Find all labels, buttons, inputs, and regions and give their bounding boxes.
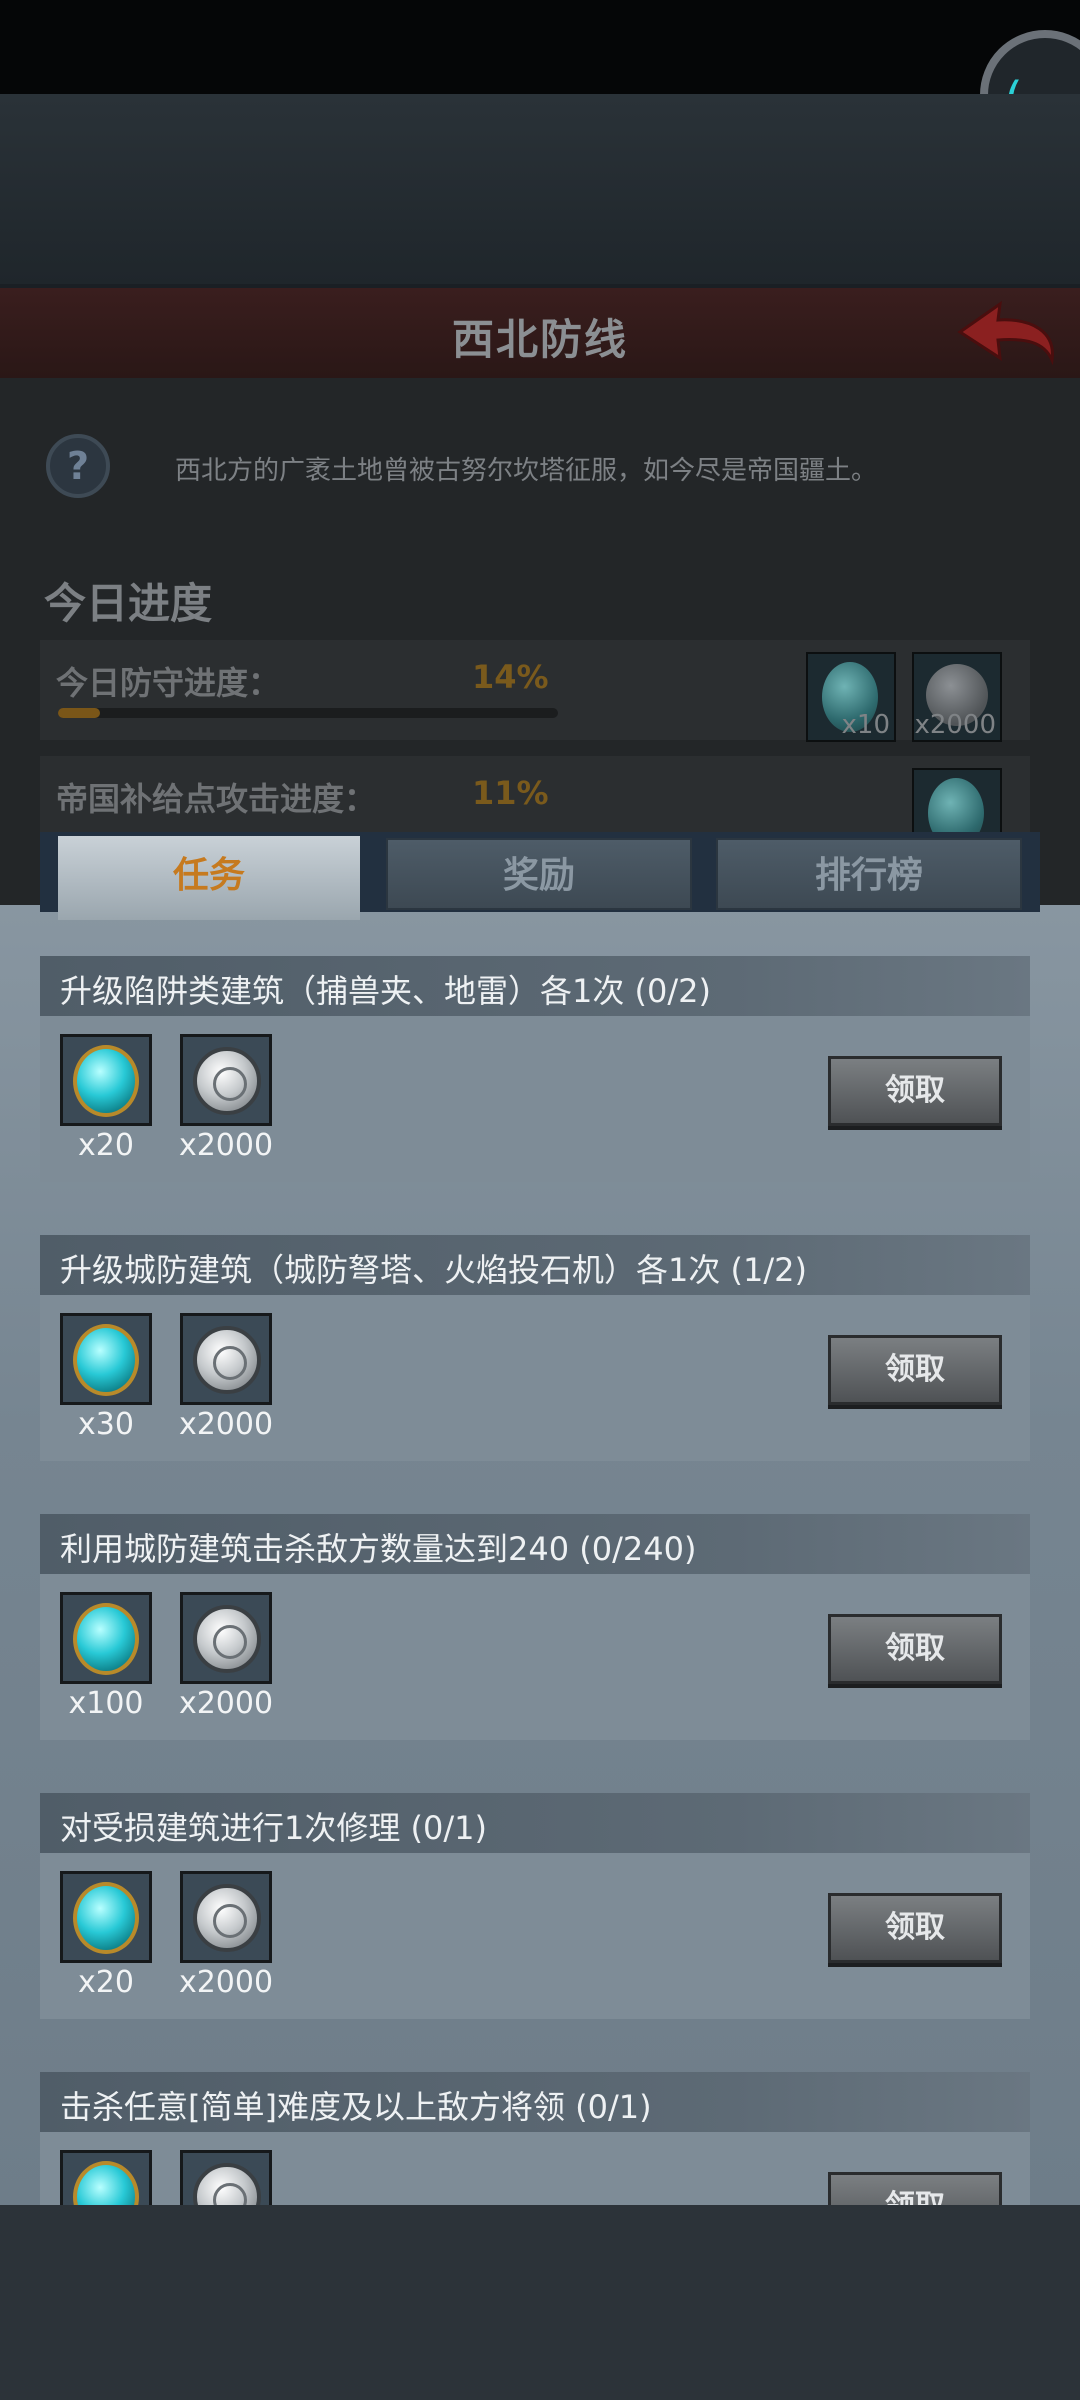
claim-button[interactable]: 领取 xyxy=(828,1614,1002,1684)
reward-slot[interactable] xyxy=(60,1592,152,1684)
task-header: 升级城防建筑（城防弩塔、火焰投石机）各1次 (1/2) xyxy=(40,1235,1030,1295)
tab-tasks[interactable]: 任务 xyxy=(58,836,360,920)
background-banner xyxy=(0,94,1080,284)
reward-slot[interactable] xyxy=(60,1034,152,1126)
description-text: 西北方的广袤土地曾被古努尔坎塔征服，如今尽是帝国疆土。 xyxy=(175,456,878,486)
reward-amount: x10 xyxy=(841,710,890,740)
help-icon[interactable]: ? xyxy=(46,434,110,498)
reward-slot[interactable]: x10 xyxy=(806,652,896,742)
claim-button[interactable]: 领取 xyxy=(828,1335,1002,1405)
reward-amount: x100 xyxy=(68,1686,144,1721)
task-title: 升级城防建筑（城防弩塔、火焰投石机）各1次 (1/2) xyxy=(60,1251,808,1289)
reward-slot[interactable] xyxy=(60,1313,152,1405)
task-item: 升级陷阱类建筑（捕兽夹、地雷）各1次 (0/2) x20 x2000 领取 xyxy=(40,956,1030,1182)
task-item: 击杀任意[简单]难度及以上敌方将领 (0/1) 领取 xyxy=(40,2072,1030,2205)
reward-slot[interactable] xyxy=(180,1871,272,1963)
progress-fill xyxy=(58,708,100,718)
tab-rewards[interactable]: 奖励 xyxy=(386,838,692,910)
claim-button[interactable]: 领取 xyxy=(828,2172,1002,2205)
reward-amount: x20 xyxy=(78,1965,134,2000)
coin-icon xyxy=(193,2163,261,2205)
back-arrow-icon xyxy=(957,300,1054,366)
reward-slot[interactable] xyxy=(912,768,1002,848)
claim-button[interactable]: 领取 xyxy=(828,1893,1002,1963)
task-item: 利用城防建筑击杀敌方数量达到240 (0/240) x100 x2000 领取 xyxy=(40,1514,1030,1740)
task-header: 利用城防建筑击杀敌方数量达到240 (0/240) xyxy=(40,1514,1030,1574)
description-row: ? 西北方的广袤土地曾被古努尔坎塔征服，如今尽是帝国疆土。 xyxy=(0,410,1080,520)
progress-label: 今日防守进度： xyxy=(56,664,281,702)
reward-amount: x20 xyxy=(78,1128,134,1163)
reward-amount: x2000 xyxy=(178,1128,274,1163)
task-item: 对受损建筑进行1次修理 (0/1) x20 x2000 领取 xyxy=(40,1793,1030,2019)
progress-label: 帝国补给点攻击进度： xyxy=(56,780,377,818)
progress-percent: 11% xyxy=(472,774,549,812)
task-title: 利用城防建筑击杀敌方数量达到240 (0/240) xyxy=(60,1530,697,1568)
reward-slot[interactable] xyxy=(180,1034,272,1126)
progress-row-defense: 今日防守进度： 14% x10 x2000 xyxy=(40,640,1030,742)
reward-amount: x2000 xyxy=(178,1686,274,1721)
coin-icon xyxy=(193,1326,261,1394)
task-title: 击杀任意[简单]难度及以上敌方将领 (0/1) xyxy=(60,2088,652,2126)
task-header: 击杀任意[简单]难度及以上敌方将领 (0/1) xyxy=(40,2072,1030,2132)
today-progress-title: 今日进度 xyxy=(44,579,213,628)
task-header: 对受损建筑进行1次修理 (0/1) xyxy=(40,1793,1030,1853)
reward-slot[interactable] xyxy=(60,1871,152,1963)
tab-leaderboard[interactable]: 排行榜 xyxy=(716,838,1022,910)
coin-icon xyxy=(193,1047,261,1115)
task-title: 升级陷阱类建筑（捕兽夹、地雷）各1次 (0/2) xyxy=(60,972,712,1010)
progress-percent: 14% xyxy=(472,658,549,696)
reward-slot[interactable] xyxy=(60,2150,152,2205)
status-bar xyxy=(0,0,1080,94)
reward-amount: x30 xyxy=(78,1407,134,1442)
task-header: 升级陷阱类建筑（捕兽夹、地雷）各1次 (0/2) xyxy=(40,956,1030,1016)
gem-icon xyxy=(73,1045,139,1117)
reward-amount: x2000 xyxy=(178,1407,274,1442)
progress-bar xyxy=(58,708,558,718)
progress-row-supply: 帝国补给点攻击进度： 11% xyxy=(40,756,1030,848)
coin-icon xyxy=(193,1605,261,1673)
task-title: 对受损建筑进行1次修理 (0/1) xyxy=(60,1809,488,1847)
task-item: 升级城防建筑（城防弩塔、火焰投石机）各1次 (1/2) x30 x2000 领取 xyxy=(40,1235,1030,1461)
reward-slot[interactable] xyxy=(180,2150,272,2205)
gem-icon xyxy=(73,1603,139,1675)
reward-slot[interactable] xyxy=(180,1313,272,1405)
reward-slot[interactable]: x2000 xyxy=(912,652,1002,742)
back-button[interactable] xyxy=(952,298,1062,368)
title-bar: 西北防线 xyxy=(0,288,1080,381)
gem-icon xyxy=(73,2161,139,2205)
page-title: 西北防线 xyxy=(451,315,628,364)
reward-amount: x2000 xyxy=(914,710,996,740)
gem-icon xyxy=(73,1324,139,1396)
reward-slot[interactable] xyxy=(180,1592,272,1684)
claim-button[interactable]: 领取 xyxy=(828,1056,1002,1126)
reward-amount: x2000 xyxy=(178,1965,274,2000)
coin-icon xyxy=(193,1884,261,1952)
gem-icon xyxy=(73,1882,139,1954)
bottom-background xyxy=(0,2205,1080,2400)
